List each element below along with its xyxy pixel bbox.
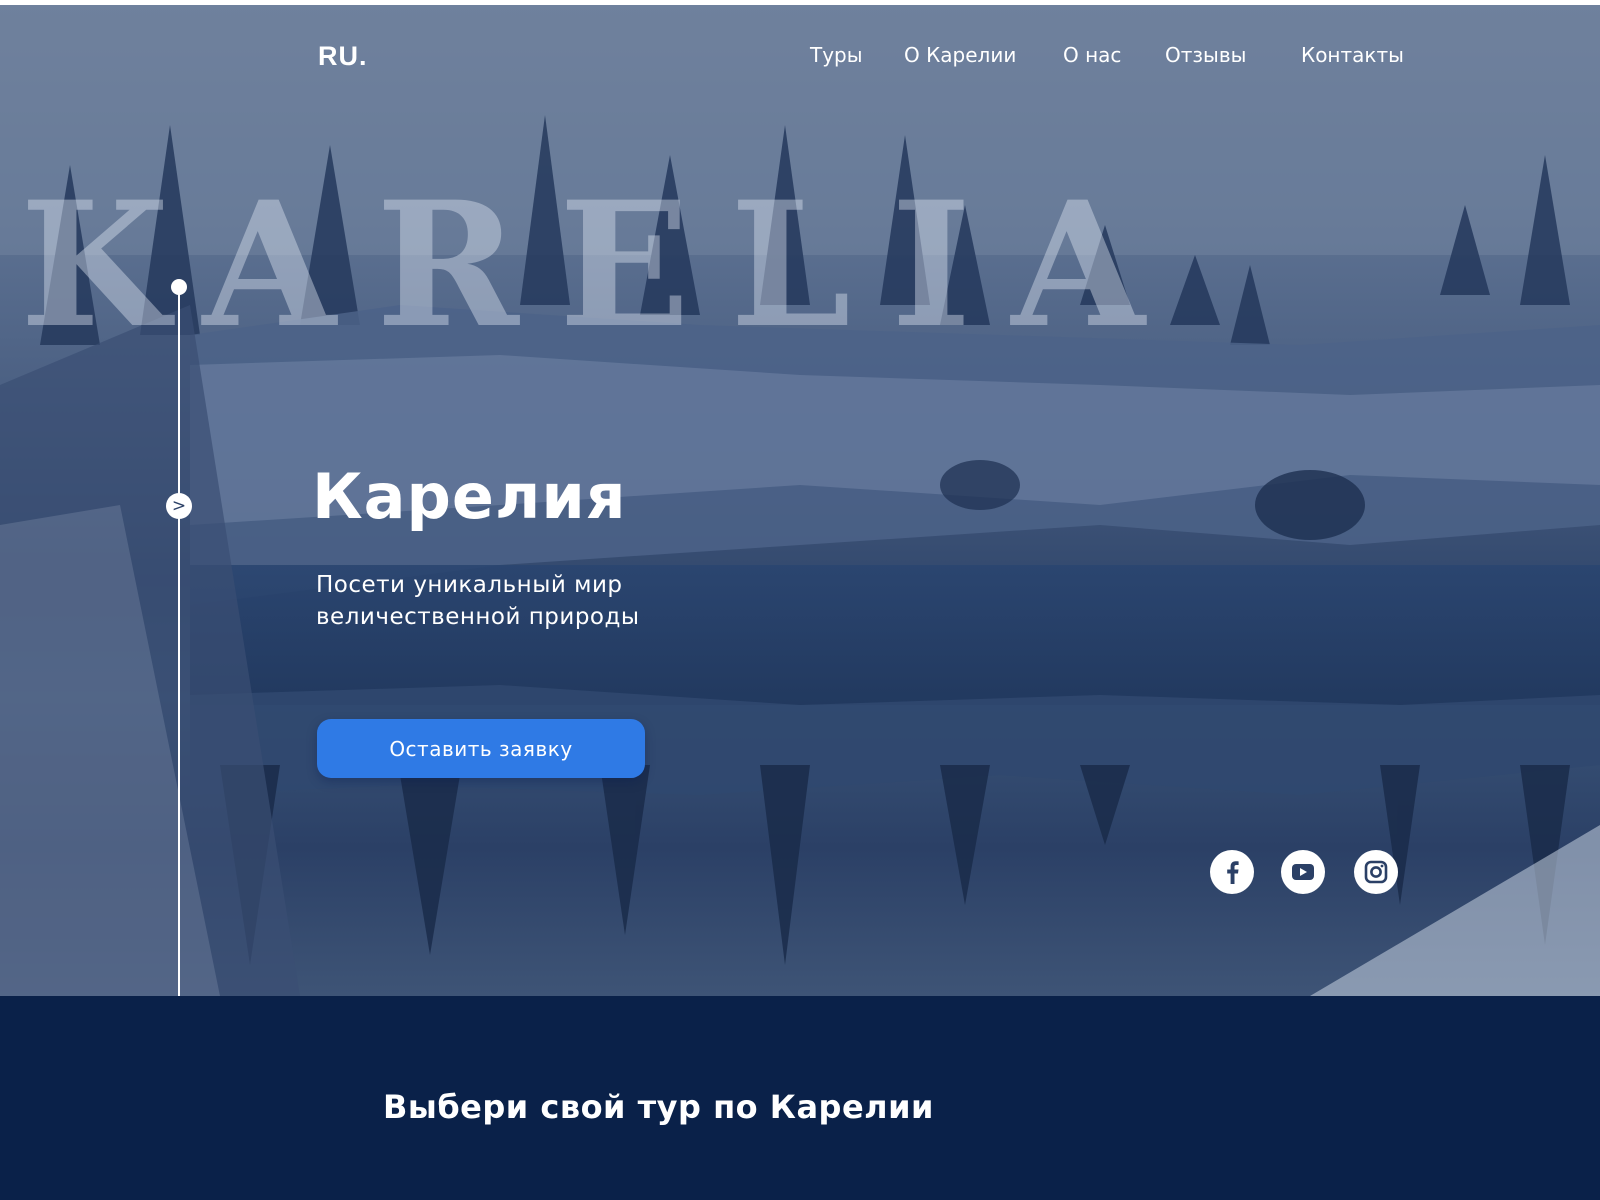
tours-section-title: Выбери свой тур по Карелии (383, 1088, 934, 1126)
instagram-icon[interactable] (1354, 850, 1398, 894)
nav-item-tours[interactable]: Туры (810, 43, 863, 67)
hero-subtitle-line-2: величественной природы (316, 604, 640, 630)
youtube-icon[interactable] (1281, 850, 1325, 894)
main-nav: Туры О Карелии О нас Отзывы Контакты (0, 43, 1600, 73)
hero-subtitle-line-1: Посети уникальный мир (316, 572, 623, 598)
hero-background-image (0, 5, 1600, 996)
landing-page: KARELIA RU. Туры О Карелии О нас Отзывы … (0, 0, 1600, 1200)
nav-item-about-karelia[interactable]: О Карелии (904, 43, 1016, 67)
karelia-watermark: KARELIA (20, 163, 1185, 366)
timeline-line (178, 287, 180, 996)
nav-item-reviews[interactable]: Отзывы (1165, 43, 1246, 67)
nav-item-about-us[interactable]: О нас (1063, 43, 1121, 67)
nav-item-contacts[interactable]: Контакты (1301, 43, 1404, 67)
hero-title: Карелия (312, 460, 627, 533)
timeline-start-dot (171, 279, 187, 295)
hero-section: KARELIA RU. Туры О Карелии О нас Отзывы … (0, 5, 1600, 996)
timeline-arrow-button[interactable]: > (166, 493, 192, 519)
tours-section: Выбери свой тур по Карелии (0, 996, 1600, 1200)
facebook-icon[interactable] (1210, 850, 1254, 894)
leave-request-button[interactable]: Оставить заявку (317, 719, 645, 778)
hero-subtitle: Посети уникальный мир величественной при… (316, 569, 836, 633)
